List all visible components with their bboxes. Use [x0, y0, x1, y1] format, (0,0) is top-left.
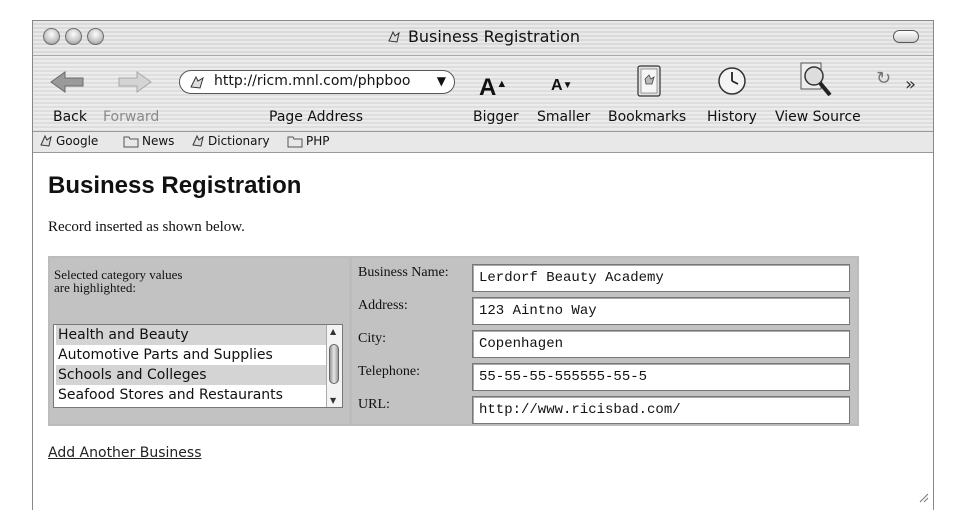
forward-button-label: Forward [103, 109, 160, 125]
dropdown-arrow-icon[interactable]: ▼ [437, 71, 446, 92]
address-field[interactable]: 123 Aintno Way [472, 297, 850, 325]
listbox-scrollbar[interactable]: ▲ ▼ [326, 325, 342, 407]
title-bar[interactable]: Business Registration [33, 21, 933, 56]
toolbar: Back Forward http://ricm.mnl.com/phpboo … [33, 56, 933, 132]
address-label: Address: [358, 298, 408, 313]
page-content: Business Registration Record inserted as… [33, 153, 933, 511]
bookmark-news[interactable]: News [123, 134, 174, 148]
bigger-button-label[interactable]: Bigger [473, 109, 519, 125]
category-listbox[interactable]: Health and Beauty Automotive Parts and S… [53, 324, 343, 408]
address-url[interactable]: http://ricm.mnl.com/phpboo [214, 73, 410, 89]
bookmark-label[interactable]: PHP [306, 134, 330, 148]
business-name-label: Business Name: [358, 265, 449, 280]
history-button-label[interactable]: History [707, 109, 757, 125]
browser-window: Business Registration Back Forward http:… [32, 20, 934, 511]
bookmarks-button-label[interactable]: Bookmarks [608, 109, 686, 125]
site-icon [192, 134, 204, 147]
bookmark-google[interactable]: Google [39, 134, 98, 148]
url-field[interactable]: http://www.ricisbad.com/ [472, 396, 850, 424]
categories-caption: Selected category values are highlighted… [54, 268, 183, 294]
toolbar-toggle-button[interactable] [893, 30, 919, 43]
back-button-label[interactable]: Back [53, 109, 87, 125]
smaller-text-icon[interactable]: A▼ [551, 78, 572, 94]
scrollbar-thumb[interactable] [329, 344, 339, 384]
view-source-magnifier-icon[interactable] [796, 60, 836, 104]
site-icon [40, 134, 52, 147]
folder-icon [123, 136, 139, 148]
telephone-label: Telephone: [358, 364, 420, 379]
bookmark-label[interactable]: Google [56, 134, 98, 148]
view-source-button-label[interactable]: View Source [775, 109, 861, 125]
window-title-text: Business Registration [407, 27, 581, 46]
category-option[interactable]: Automotive Parts and Supplies [56, 345, 326, 365]
fields-cell: Business Name: Lerdorf Beauty Academy Ad… [352, 258, 857, 424]
category-option[interactable]: Seafood Stores and Restaurants [56, 385, 326, 405]
bookmarks-book-icon[interactable] [635, 64, 663, 102]
add-another-business-link[interactable]: Add Another Business [48, 445, 202, 461]
category-option[interactable]: Health and Beauty [56, 325, 326, 345]
telephone-field[interactable]: 55-55-55-555555-55-5 [472, 363, 850, 391]
toolbar-overflow-icon[interactable]: » [905, 74, 916, 95]
resize-grip-icon[interactable] [917, 488, 929, 507]
address-field[interactable]: http://ricm.mnl.com/phpboo ▼ [179, 70, 455, 94]
bookmark-label[interactable]: Dictionary [208, 134, 270, 148]
status-message: Record inserted as shown below. [48, 219, 245, 235]
city-label: City: [358, 331, 387, 346]
clock-icon[interactable] [716, 65, 748, 101]
categories-cell: Selected category values are highlighted… [50, 258, 349, 424]
category-option[interactable]: Schools and Colleges [56, 365, 326, 385]
url-label: URL: [358, 397, 390, 412]
window-title: Business Registration [33, 27, 933, 49]
scroll-up-arrow-icon[interactable]: ▲ [330, 327, 336, 336]
forward-arrow-icon [117, 70, 153, 98]
registration-table: Selected category values are highlighted… [48, 256, 859, 426]
bigger-text-icon[interactable]: A▲ [479, 72, 507, 100]
folder-icon [287, 136, 303, 148]
smaller-button-label[interactable]: Smaller [537, 109, 590, 125]
site-icon [188, 74, 206, 93]
back-arrow-icon[interactable] [49, 70, 85, 98]
address-label: Page Address [269, 109, 364, 125]
business-name-field[interactable]: Lerdorf Beauty Academy [472, 264, 850, 292]
categories-caption-line2: are highlighted: [54, 280, 136, 295]
smaller-glyph: A [551, 77, 563, 94]
scroll-down-arrow-icon[interactable]: ▼ [330, 396, 336, 405]
city-field[interactable]: Copenhagen [472, 330, 850, 358]
bookmarks-bar: Google News Dictionary PHP [33, 132, 933, 153]
reload-icon[interactable]: ↻ [876, 68, 891, 89]
page-title: Business Registration [48, 172, 302, 199]
site-icon [386, 29, 402, 49]
bookmark-php[interactable]: PHP [287, 134, 330, 148]
bookmark-dictionary[interactable]: Dictionary [191, 134, 270, 148]
bigger-glyph: A [479, 74, 497, 101]
bookmark-label[interactable]: News [142, 134, 174, 148]
